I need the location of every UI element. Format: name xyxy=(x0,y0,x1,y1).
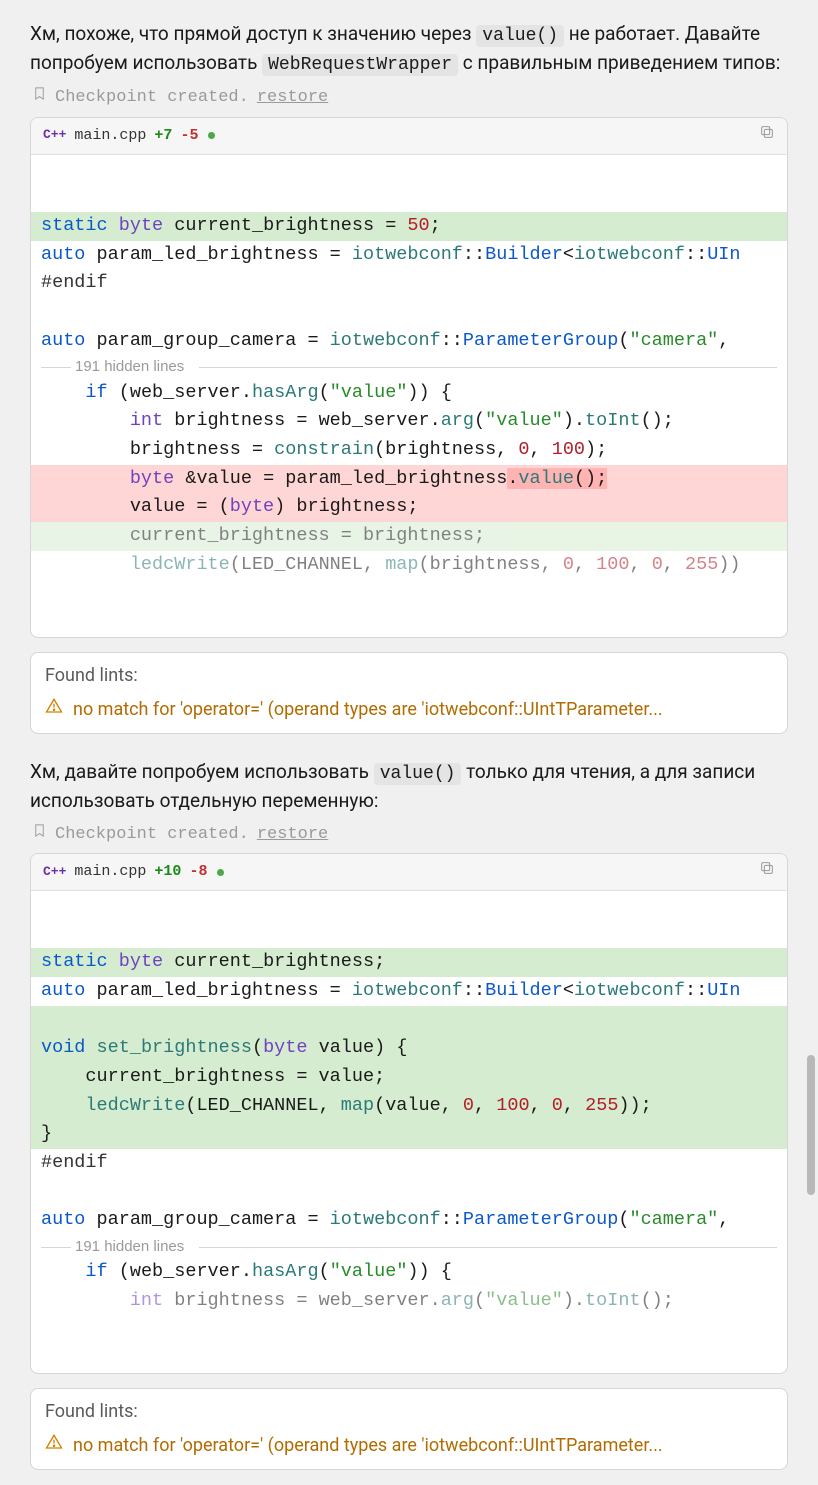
msg2-code-a: value() xyxy=(374,763,462,785)
diff-code-1[interactable]: static byte current_brightness = 50;auto… xyxy=(31,155,787,637)
checkpoint-text-2: Checkpoint created. xyxy=(55,823,249,848)
code-line: void set_brightness(byte value) { xyxy=(31,1034,787,1063)
code-line: } xyxy=(31,1120,787,1149)
code-line: ledcWrite(LED_CHANNEL, map(brightness, 0… xyxy=(31,551,787,580)
code-line: static byte current_brightness; xyxy=(31,948,787,977)
diff-minus-2: -8 xyxy=(189,861,207,883)
diff-filename-1[interactable]: main.cpp xyxy=(74,125,146,147)
chat-content: Хм, похоже, что прямой доступ к значению… xyxy=(0,0,818,1485)
diff-plus-2: +10 xyxy=(154,861,181,883)
checkpoint-row-1: Checkpoint created. restore xyxy=(32,86,788,111)
checkpoint-text: Checkpoint created. xyxy=(55,86,249,111)
hidden-lines-indicator[interactable]: 191 hidden lines xyxy=(31,1235,787,1258)
checkpoint-row-2: Checkpoint created. restore xyxy=(32,823,788,848)
msg2-text-a: Хм, давайте попробуем использовать xyxy=(30,760,374,783)
diff-code-2[interactable]: static byte current_brightness;auto para… xyxy=(31,891,787,1373)
lints-title-1: Found lints: xyxy=(45,663,773,689)
code-line: ledcWrite(LED_CHANNEL, map(value, 0, 100… xyxy=(31,1092,787,1121)
expand-chevron-icon[interactable] xyxy=(400,623,418,635)
code-line: if (web_server.hasArg("value")) { xyxy=(31,1258,787,1287)
lints-card-1: Found lints: no match for 'operator=' (o… xyxy=(30,652,788,734)
warning-icon xyxy=(45,697,63,723)
code-line xyxy=(31,1006,787,1035)
code-line: #endif xyxy=(31,1149,787,1178)
hidden-lines-indicator[interactable]: 191 hidden lines xyxy=(31,355,787,378)
code-line: int brightness = web_server.arg("value")… xyxy=(31,1287,787,1316)
code-line: int brightness = web_server.arg("value")… xyxy=(31,407,787,436)
restore-link[interactable]: restore xyxy=(257,86,328,111)
msg1-text-a: Хм, похоже, что прямой доступ к значению… xyxy=(30,22,476,45)
code-line: auto param_group_camera = iotwebconf::Pa… xyxy=(31,1206,787,1235)
code-line: static byte current_brightness = 50; xyxy=(31,212,787,241)
code-line: #endif xyxy=(31,269,787,298)
diff-status-dot-1 xyxy=(208,132,215,139)
code-line: auto param_group_camera = iotwebconf::Pa… xyxy=(31,327,787,356)
restore-link-2[interactable]: restore xyxy=(257,823,328,848)
copy-icon[interactable] xyxy=(759,124,775,148)
lints-title-2: Found lints: xyxy=(45,1399,773,1425)
code-line xyxy=(31,298,787,327)
assistant-message-1: Хм, похоже, что прямой доступ к значению… xyxy=(30,20,788,78)
msg1-code-a: value() xyxy=(476,25,564,47)
scrollbar-thumb[interactable] xyxy=(807,1055,815,1195)
lint-row-1[interactable]: no match for 'operator=' (operand types … xyxy=(45,697,773,723)
expand-chevron-icon[interactable] xyxy=(400,1359,418,1371)
assistant-message-2: Хм, давайте попробуем использовать value… xyxy=(30,758,788,815)
code-line: current_brightness = brightness; xyxy=(31,522,787,551)
copy-icon[interactable] xyxy=(759,860,775,884)
diff-status-dot-2 xyxy=(217,869,224,876)
diff-card-1: C++ main.cpp +7 -5 static byte current_b… xyxy=(30,117,788,638)
lints-card-2: Found lints: no match for 'operator=' (o… xyxy=(30,1388,788,1470)
code-line: if (web_server.hasArg("value")) { xyxy=(31,379,787,408)
code-line: byte &value = param_led_brightness.value… xyxy=(31,465,787,494)
msg1-text-c: с правильным приведением типов: xyxy=(458,51,780,74)
code-line xyxy=(31,1178,787,1207)
diff-lang-2: C++ xyxy=(43,863,66,882)
diff-header-2: C++ main.cpp +10 -8 xyxy=(31,854,787,891)
bookmark-icon xyxy=(32,86,47,111)
lint-text-1: no match for 'operator=' (operand types … xyxy=(73,697,663,723)
code-line: auto param_led_brightness = iotwebconf::… xyxy=(31,977,787,1006)
diff-minus-1: -5 xyxy=(180,125,198,147)
warning-icon xyxy=(45,1433,63,1459)
code-line: auto param_led_brightness = iotwebconf::… xyxy=(31,241,787,270)
diff-card-2: C++ main.cpp +10 -8 static byte current_… xyxy=(30,853,788,1374)
code-line: value = (byte) brightness; xyxy=(31,493,787,522)
code-line: current_brightness = value; xyxy=(31,1063,787,1092)
diff-plus-1: +7 xyxy=(154,125,172,147)
diff-lang-1: C++ xyxy=(43,126,66,145)
lint-row-2[interactable]: no match for 'operator=' (operand types … xyxy=(45,1433,773,1459)
code-line: brightness = constrain(brightness, 0, 10… xyxy=(31,436,787,465)
diff-header-1: C++ main.cpp +7 -5 xyxy=(31,118,787,155)
lint-text-2: no match for 'operator=' (operand types … xyxy=(73,1433,663,1459)
bookmark-icon xyxy=(32,823,47,848)
diff-filename-2[interactable]: main.cpp xyxy=(74,861,146,883)
msg1-code-b: WebRequestWrapper xyxy=(262,54,458,76)
